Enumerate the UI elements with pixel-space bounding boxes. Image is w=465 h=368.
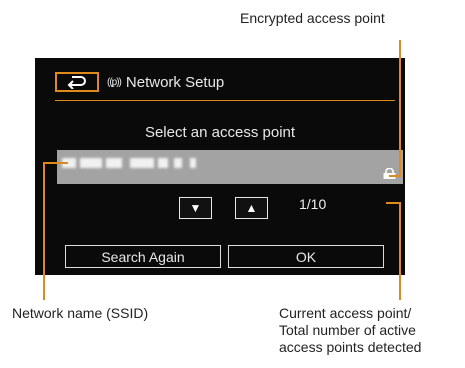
callout-encrypted-access-point: Encrypted access point	[240, 10, 385, 26]
callout-network-name: Network name (SSID)	[12, 305, 149, 321]
search-again-button[interactable]: Search Again	[65, 245, 221, 268]
down-arrow-icon: ▼	[189, 201, 202, 215]
scroll-up-button[interactable]: ▲	[235, 197, 268, 219]
ssid-blurred	[62, 158, 202, 168]
screen-title: Network Setup	[125, 74, 225, 91]
lock-icon	[383, 168, 396, 179]
access-point-row[interactable]	[57, 150, 403, 184]
ok-button[interactable]: OK	[228, 245, 384, 268]
camera-screen: ((ᵱ)) Network Setup Select an access poi…	[35, 58, 405, 275]
wifi-icon: ((ᵱ))	[107, 77, 122, 88]
screen-header: ((ᵱ)) Network Setup	[107, 74, 224, 91]
callout-current-access-point: Current access point/ Total number of ac…	[279, 305, 421, 356]
callout-current-line-2: Total number of active	[279, 322, 416, 338]
up-arrow-icon: ▲	[245, 201, 258, 215]
callout-current-line-1: Current access point/	[279, 305, 412, 321]
header-divider	[55, 100, 395, 101]
prompt-text: Select an access point	[144, 124, 296, 141]
access-point-counter: 1/10	[299, 196, 327, 212]
callout-current-line-3: access points detected	[279, 339, 422, 355]
scroll-down-button[interactable]: ▼	[179, 197, 212, 219]
back-arrow-icon	[67, 76, 86, 89]
back-button[interactable]	[55, 72, 99, 92]
